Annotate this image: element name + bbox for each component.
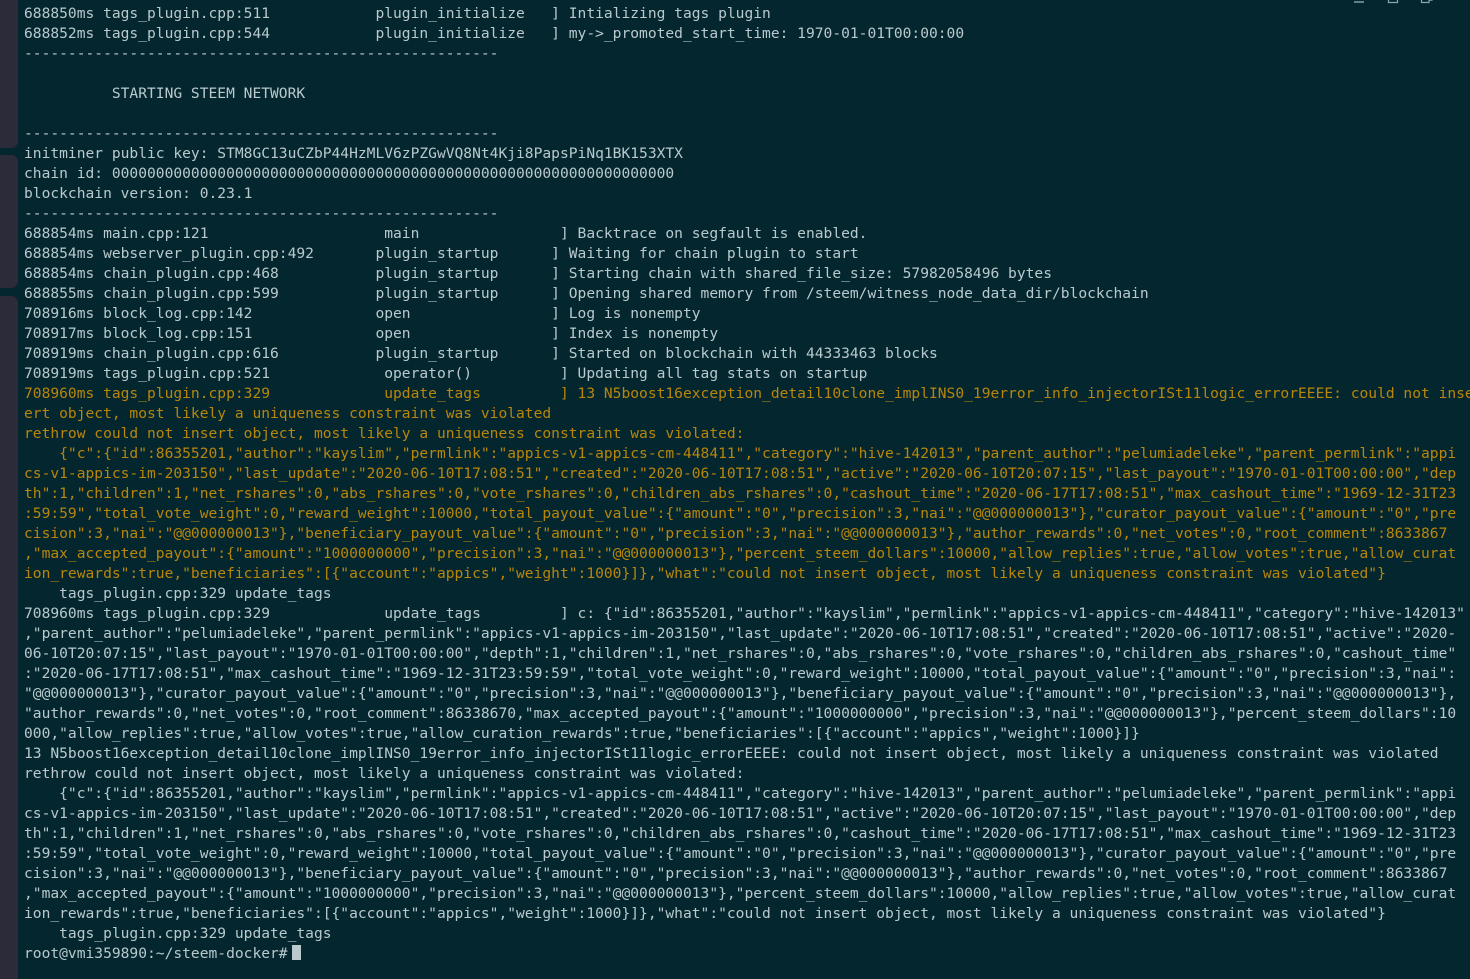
- terminal-line: 688852ms tags_plugin.cpp:544 plugin_init…: [24, 25, 965, 42]
- terminal-line: {"c":{"id":86355201,"author":"kayslim","…: [24, 445, 1457, 462]
- terminal-line: 708916ms block_log.cpp:142 open ] Log is…: [24, 305, 701, 322]
- scrollbar-thumb[interactable]: [0, 155, 18, 288]
- terminal-line: tags_plugin.cpp:329 update_tags: [24, 925, 332, 942]
- terminal-line: initminer public key: STM8GC13uCZbP44HzM…: [24, 145, 683, 162]
- terminal-prompt-line[interactable]: root@vmi359890:~/steem-docker#: [0, 944, 1470, 964]
- terminal-line: 708919ms tags_plugin.cpp:521 operator() …: [24, 365, 868, 382]
- terminal-line: 000,"allow_replies":true,"allow_votes":t…: [24, 725, 1140, 742]
- terminal-line: ----------------------------------------…: [24, 45, 499, 62]
- terminal-line: :59:59","total_vote_weight":0,"reward_we…: [24, 505, 1457, 522]
- terminal-line: 06-10T20:07:15","last_payout":"1970-01-0…: [24, 645, 1457, 662]
- terminal-line: 708917ms block_log.cpp:151 open ] Index …: [24, 325, 719, 342]
- terminal-line: cs-v1-appics-im-203150","last_update":"2…: [24, 465, 1457, 482]
- terminal-line: th":1,"children":1,"net_rshares":0,"abs_…: [24, 825, 1457, 842]
- terminal-line: rethrow could not insert object, most li…: [24, 425, 745, 442]
- terminal-line: ,"max_accepted_payout":{"amount":"100000…: [24, 885, 1457, 902]
- terminal-line: ion_rewards":true,"beneficiaries":[{"acc…: [24, 905, 1386, 922]
- terminal-line: cs-v1-appics-im-203150","last_update":"2…: [24, 805, 1457, 822]
- terminal-window: 688850ms tags_plugin.cpp:511 plugin_init…: [0, 0, 1470, 979]
- terminal-line: cision":3,"nai":"@@000000013"},"benefici…: [24, 865, 1448, 882]
- shell-prompt: root@vmi359890:~/steem-docker#: [24, 945, 288, 962]
- terminal-line: 708960ms tags_plugin.cpp:329 update_tags…: [24, 385, 1470, 402]
- terminal-line: tags_plugin.cpp:329 update_tags: [24, 585, 332, 602]
- terminal-line: :"2020-06-17T17:08:51","max_cashout_time…: [24, 665, 1457, 682]
- terminal-line: chain id: 000000000000000000000000000000…: [24, 165, 675, 182]
- terminal-line: 708919ms chain_plugin.cpp:616 plugin_sta…: [24, 345, 938, 362]
- terminal-line: ----------------------------------------…: [24, 205, 499, 222]
- terminal-line: ion_rewards":true,"beneficiaries":[{"acc…: [24, 565, 1386, 582]
- terminal-line: "@@000000013"},"curator_payout_value":{"…: [24, 685, 1457, 702]
- terminal-line: ert object, most likely a uniqueness con…: [24, 405, 552, 422]
- terminal-line: 688855ms chain_plugin.cpp:599 plugin_sta…: [24, 285, 1149, 302]
- terminal-line: cision":3,"nai":"@@000000013"},"benefici…: [24, 525, 1448, 542]
- terminal-line: 688854ms chain_plugin.cpp:468 plugin_sta…: [24, 265, 1052, 282]
- terminal-line: ----------------------------------------…: [24, 125, 499, 142]
- terminal-line: {"c":{"id":86355201,"author":"kayslim","…: [24, 785, 1457, 802]
- terminal-line: blockchain version: 0.23.1: [24, 185, 253, 202]
- vertical-scrollbar[interactable]: [0, 0, 18, 979]
- terminal-line: 688854ms webserver_plugin.cpp:492 plugin…: [24, 245, 859, 262]
- terminal-line: ,"max_accepted_payout":{"amount":"100000…: [24, 545, 1457, 562]
- terminal-line: STARTING STEEM NETWORK: [24, 85, 306, 102]
- terminal-line: 688850ms tags_plugin.cpp:511 plugin_init…: [24, 5, 771, 22]
- terminal-line: 13 N5boost16exception_detail10clone_impl…: [24, 745, 1439, 762]
- terminal-line: rethrow could not insert object, most li…: [24, 765, 745, 782]
- terminal-line: 708960ms tags_plugin.cpp:329 update_tags…: [24, 605, 1465, 622]
- text-cursor: [291, 945, 301, 960]
- terminal-output[interactable]: 688850ms tags_plugin.cpp:511 plugin_init…: [0, 0, 1470, 979]
- terminal-line: ,"parent_author":"pelumiadeleke","parent…: [24, 625, 1457, 642]
- scrollbar-track-segment[interactable]: [0, 0, 18, 148]
- terminal-line: :59:59","total_vote_weight":0,"reward_we…: [24, 845, 1457, 862]
- terminal-line: "author_rewards":0,"net_votes":0,"root_c…: [24, 705, 1457, 722]
- terminal-line: 688854ms main.cpp:121 main ] Backtrace o…: [24, 225, 868, 242]
- scrollbar-track-segment[interactable]: [0, 296, 18, 979]
- terminal-line: th":1,"children":1,"net_rshares":0,"abs_…: [24, 485, 1457, 502]
